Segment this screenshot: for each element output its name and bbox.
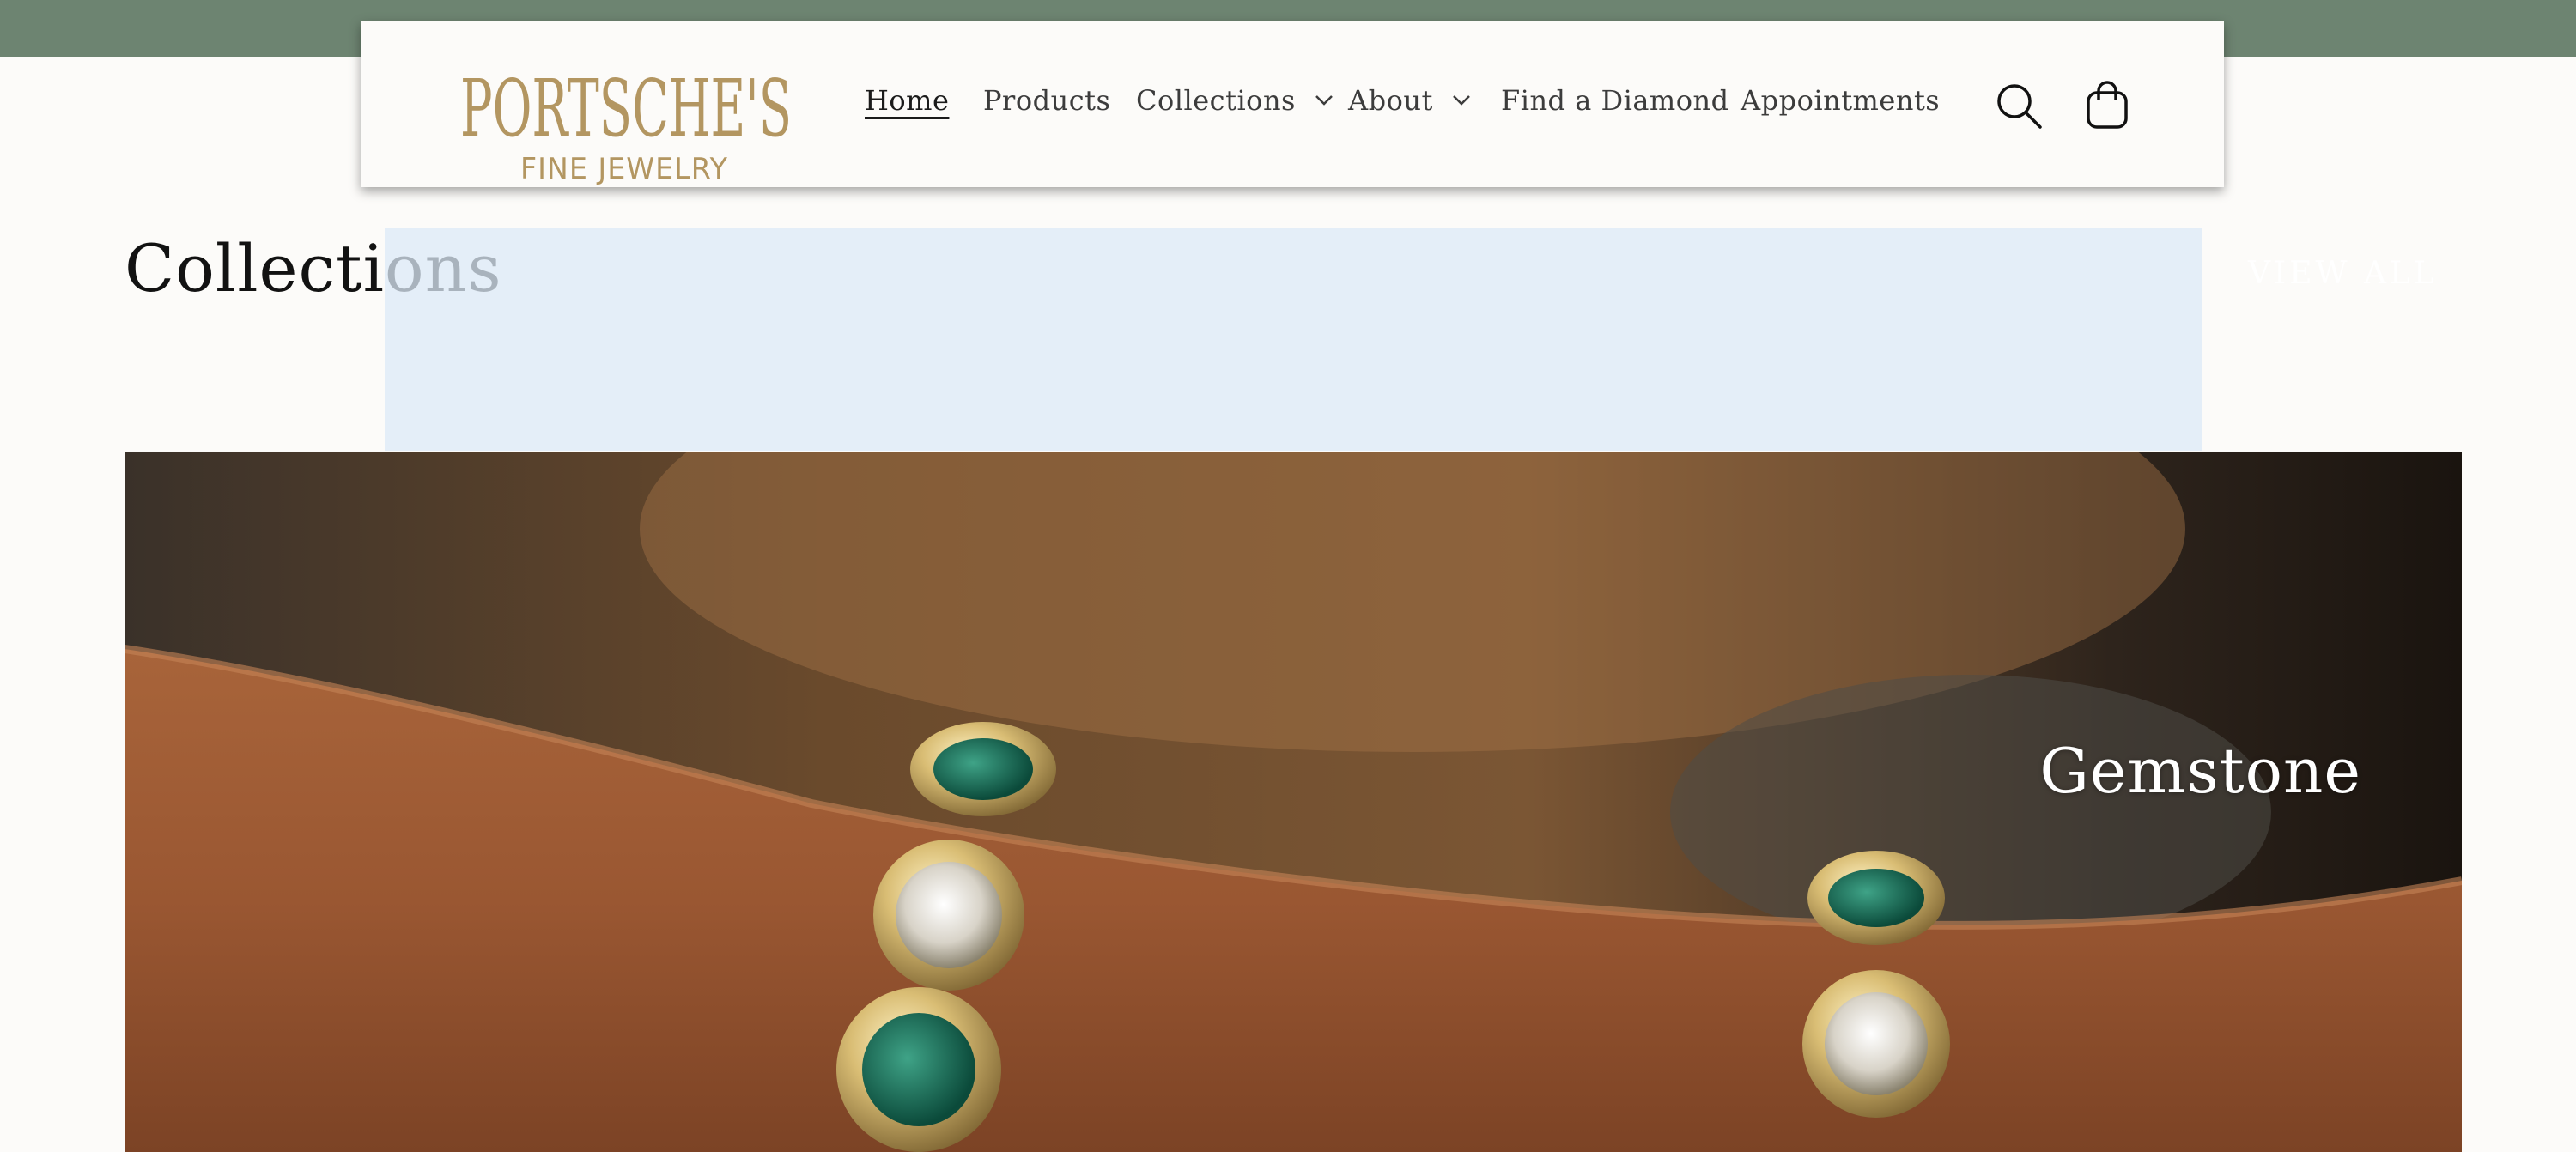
cart-icon [2087, 81, 2128, 129]
nav-appointments[interactable]: Appointments [1741, 84, 1940, 117]
site-header: PORTSCHE'S FINE JEWELRY Home Products Co… [361, 21, 2224, 187]
nav-home-label: Home [865, 84, 950, 117]
view-all-link[interactable]: VIEW ALL [2248, 256, 2438, 291]
nav-collections-label: Collections [1136, 84, 1296, 117]
search-button[interactable] [1992, 79, 2045, 132]
logo-sub-text: FINE JEWELRY [520, 152, 728, 186]
nav-products-label: Products [983, 84, 1111, 117]
brand-logo[interactable]: PORTSCHE'S FINE JEWELRY [460, 33, 804, 187]
chevron-down-icon [1315, 95, 1333, 106]
collection-card-gemstone[interactable]: Gemstone [125, 452, 2462, 1152]
chevron-down-icon [1452, 95, 1470, 106]
logo-main-text: PORTSCHE'S [460, 63, 792, 155]
nav-appointments-label: Appointments [1741, 84, 1941, 117]
search-icon [1997, 84, 2042, 129]
nav-find-diamond[interactable]: Find a Diamond [1501, 84, 1729, 117]
nav-about-label: About [1348, 84, 1433, 117]
nav-collections[interactable]: Collections [1136, 84, 1334, 117]
nav-products[interactable]: Products [983, 84, 1110, 117]
nav-find-diamond-label: Find a Diamond [1501, 84, 1729, 117]
collection-label-gemstone: Gemstone [2039, 735, 2361, 807]
nav-home[interactable]: Home [865, 84, 949, 117]
nav-about[interactable]: About [1348, 84, 1471, 117]
logo-mark: PORTSCHE'S FINE JEWELRY [460, 63, 792, 186]
highlight-overlay [385, 228, 2202, 451]
cart-button[interactable] [2081, 79, 2135, 132]
